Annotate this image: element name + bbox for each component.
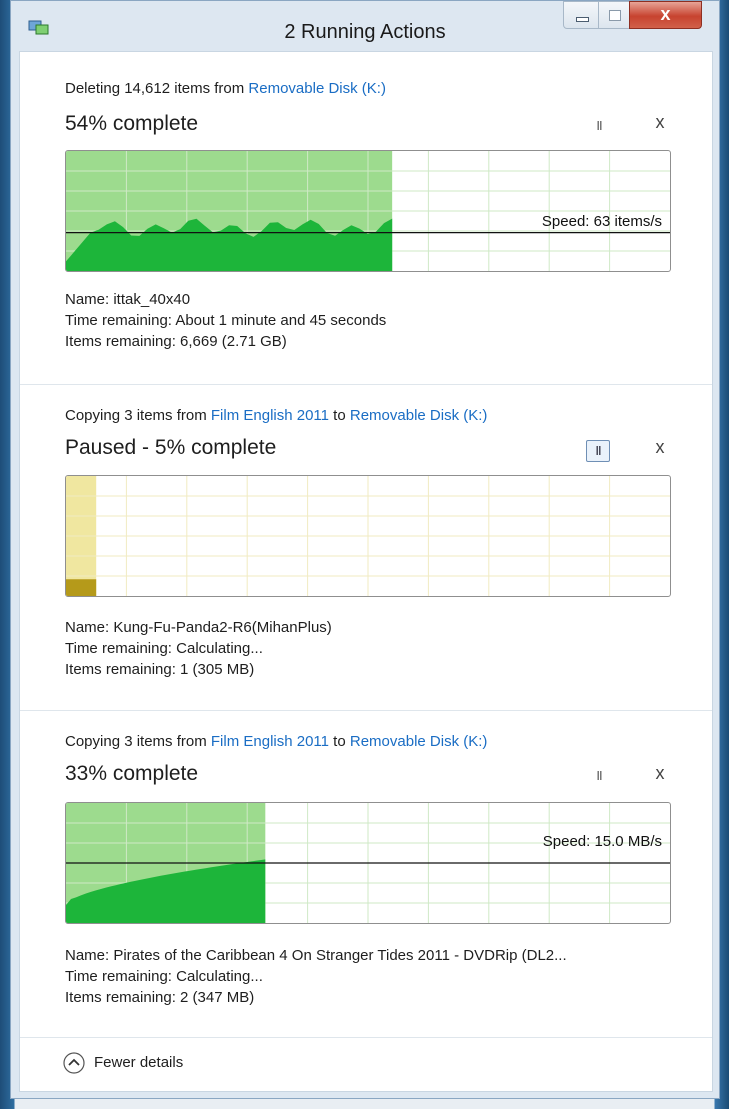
headline-text: to — [329, 733, 350, 750]
speed-label: Speed: 63 items/s — [541, 213, 662, 230]
maximize-button[interactable] — [598, 1, 630, 29]
items-remaining: Items remaining: 2 (347 MB) — [65, 989, 255, 1006]
operation-headline: Copying 3 items from Film English 2011 t… — [65, 407, 487, 424]
speed-graph: Speed: 63 items/s — [65, 150, 671, 272]
operation-headline: Deleting 14,612 items from Removable Dis… — [65, 80, 386, 97]
operation-item: Deleting 14,612 items from Removable Dis… — [20, 52, 712, 385]
speed-graph-canvas — [66, 151, 670, 271]
speed-graph: Speed: 15.0 MB/s — [65, 802, 671, 924]
destination-link[interactable]: Removable Disk (K:) — [350, 733, 488, 750]
operation-headline: Copying 3 items from Film English 2011 t… — [65, 733, 487, 750]
speed-history-area — [66, 579, 97, 596]
headline-text: to — [329, 407, 350, 424]
cancel-button[interactable]: x — [651, 112, 669, 133]
resume-button[interactable]: II — [586, 440, 610, 462]
speed-graph — [65, 475, 671, 597]
progress-dialog: 2 Running Actions x Deleting 14,612 item… — [10, 0, 720, 1099]
speed-graph-canvas — [66, 803, 670, 923]
source-link[interactable]: Removable Disk (K:) — [248, 80, 386, 97]
fewer-details-label[interactable]: Fewer details — [94, 1054, 183, 1071]
details-toggle[interactable]: Fewer details — [20, 1038, 712, 1093]
operation-item: Copying 3 items from Film English 2011 t… — [20, 385, 712, 711]
headline-text: Deleting 14,612 items from — [65, 80, 249, 97]
time-remaining: Time remaining: Calculating... — [65, 640, 263, 657]
minimize-button[interactable] — [563, 1, 599, 29]
speed-label: Speed: 15.0 MB/s — [542, 833, 662, 850]
cancel-button[interactable]: x — [651, 437, 669, 458]
cancel-button[interactable]: x — [651, 763, 669, 784]
operation-item: Copying 3 items from Film English 2011 t… — [20, 711, 712, 1038]
operation-details: Name: Kung-Fu-Panda2-R6(MihanPlus) Time … — [65, 617, 332, 680]
items-remaining: Items remaining: 6,669 (2.71 GB) — [65, 333, 287, 350]
progress-status: 54% complete — [65, 112, 199, 135]
progress-status: 33% complete — [65, 762, 199, 785]
operation-details: Name: ittak_40x40 Time remaining: About … — [65, 289, 386, 352]
operation-details: Name: Pirates of the Caribbean 4 On Stra… — [65, 945, 567, 1008]
headline-text: Copying 3 items from — [65, 407, 211, 424]
file-name: Name: Kung-Fu-Panda2-R6(MihanPlus) — [65, 619, 332, 636]
source-link[interactable]: Film English 2011 — [211, 733, 329, 750]
source-link[interactable]: Film English 2011 — [211, 407, 329, 424]
close-button[interactable]: x — [629, 1, 702, 29]
destination-link[interactable]: Removable Disk (K:) — [350, 407, 488, 424]
time-remaining: Time remaining: Calculating... — [65, 968, 263, 985]
chevron-up-icon[interactable] — [63, 1052, 85, 1074]
file-name: Name: Pirates of the Caribbean 4 On Stra… — [65, 947, 567, 964]
operations-panel: Deleting 14,612 items from Removable Dis… — [19, 51, 713, 1092]
items-remaining: Items remaining: 1 (305 MB) — [65, 661, 255, 678]
pause-button[interactable]: II — [588, 766, 610, 786]
file-name: Name: ittak_40x40 — [65, 291, 191, 308]
progress-status: Paused - 5% complete — [65, 436, 277, 459]
time-remaining: Time remaining: About 1 minute and 45 se… — [65, 312, 387, 329]
title-bar[interactable]: 2 Running Actions x — [11, 1, 719, 51]
pause-button[interactable]: II — [588, 116, 610, 136]
close-icon: x — [660, 4, 671, 24]
headline-text: Copying 3 items from — [65, 733, 211, 750]
speed-graph-canvas — [66, 476, 670, 596]
